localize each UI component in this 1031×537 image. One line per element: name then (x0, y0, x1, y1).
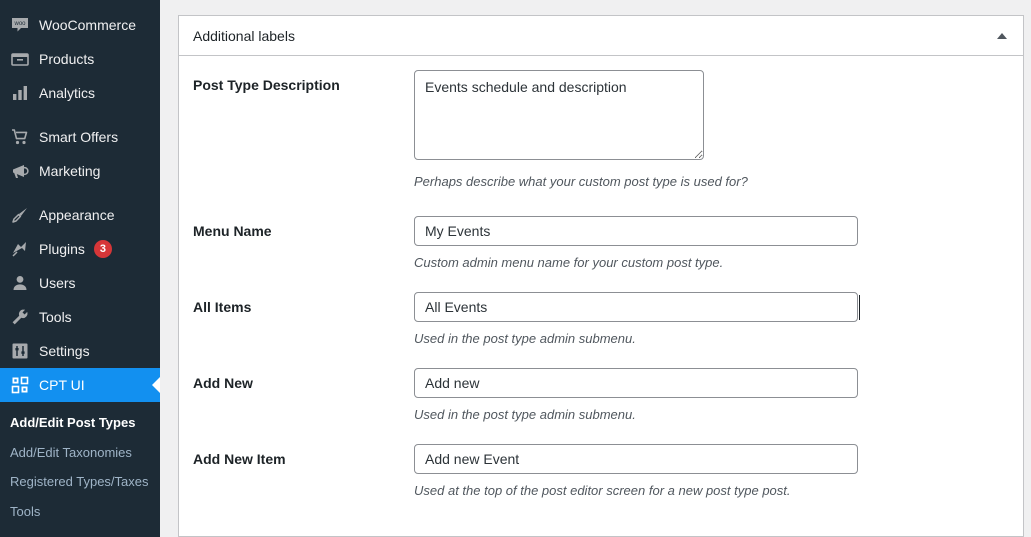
field-col-add-new: Used in the post type admin submenu. (414, 367, 1023, 424)
post-type-description-textarea[interactable]: Events schedule and description (414, 70, 704, 160)
admin-sidebar: woo WooCommerce Products Analytics Smart… (0, 0, 160, 537)
field-row-menu-name: Menu Name Custom admin menu name for you… (179, 215, 1023, 272)
field-label-add-new: Add New (193, 374, 253, 391)
svg-text:woo: woo (13, 21, 26, 27)
admin-page: woo WooCommerce Products Analytics Smart… (0, 0, 1031, 537)
field-helper-all-items: Used in the post type admin submenu. (414, 330, 636, 346)
sidebar-item-analytics[interactable]: Analytics (0, 76, 160, 110)
field-helper-add-new: Used in the post type admin submenu. (414, 406, 636, 422)
paintbrush-icon (10, 205, 30, 225)
field-col-menu-name: Custom admin menu name for your custom p… (414, 215, 1023, 272)
submenu-item-label: Registered Types/Taxes (10, 474, 149, 490)
sidebar-divider (0, 188, 160, 198)
sidebar-group-commerce: woo WooCommerce Products Analytics (0, 8, 160, 110)
products-icon (10, 49, 30, 69)
field-col-all-items: Used in the post type admin submenu. (414, 291, 1023, 348)
field-row-post-type-description: Post Type Description Events schedule an… (179, 70, 1023, 191)
sidebar-item-settings[interactable]: Settings (0, 334, 160, 368)
cpt-ui-grid-icon (10, 375, 30, 395)
field-helper-menu-name: Custom admin menu name for your custom p… (414, 254, 724, 270)
analytics-icon (10, 83, 30, 103)
sidebar-item-label: Marketing (39, 163, 101, 179)
all-items-input[interactable] (414, 291, 858, 322)
field-row-all-items: All Items Used in the post type admin su… (179, 291, 1023, 348)
panel-body: Post Type Description Events schedule an… (179, 56, 1023, 499)
sidebar-item-smart-offers[interactable]: Smart Offers (0, 120, 160, 154)
field-col-add-new-item: Used at the top of the post editor scree… (414, 443, 1023, 500)
submenu-item-add-edit-taxonomies[interactable]: Add/Edit Taxonomies (0, 438, 160, 468)
panel-title: Additional labels (193, 27, 295, 44)
sidebar-item-woocommerce[interactable]: woo WooCommerce (0, 8, 160, 42)
row-spacer (179, 424, 1023, 444)
menu-name-input[interactable] (414, 215, 858, 246)
woocommerce-icon: woo (10, 15, 30, 35)
row-spacer (179, 348, 1023, 368)
wrench-icon (10, 307, 30, 327)
submenu-item-tools[interactable]: Tools (0, 497, 160, 527)
sidebar-item-label: Smart Offers (39, 129, 119, 145)
field-row-add-new: Add New Used in the post type admin subm… (179, 367, 1023, 424)
sidebar-item-label: Appearance (39, 207, 115, 223)
add-new-item-input[interactable] (414, 443, 858, 474)
sidebar-item-appearance[interactable]: Appearance (0, 198, 160, 232)
submenu-item-add-edit-post-types[interactable]: Add/Edit Post Types (0, 408, 160, 438)
text-cursor-caret (859, 294, 860, 320)
field-label-all-items: All Items (193, 298, 252, 315)
cpt-ui-submenu: Add/Edit Post Types Add/Edit Taxonomies … (0, 402, 160, 526)
megaphone-icon (10, 161, 30, 181)
sidebar-item-label: CPT UI (39, 377, 85, 393)
sidebar-item-label: Analytics (39, 85, 96, 101)
field-col-post-type-description: Events schedule and description Perhaps … (414, 70, 1023, 191)
row-spacer (179, 272, 1023, 292)
sidebar-group-offers: Smart Offers Marketing (0, 120, 160, 188)
sidebar-divider (0, 110, 160, 120)
submenu-item-label: Add/Edit Taxonomies (10, 444, 132, 460)
sidebar-item-label: WooCommerce (39, 17, 136, 33)
sidebar-item-marketing[interactable]: Marketing (0, 154, 160, 188)
sidebar-group-system: Appearance Plugins 3 Users Tools Setting… (0, 198, 160, 402)
submenu-item-label: Tools (10, 503, 41, 519)
field-helper-add-new-item: Used at the top of the post editor scree… (414, 482, 791, 498)
plug-icon (10, 239, 30, 259)
plugins-update-badge: 3 (93, 240, 112, 258)
sidebar-item-plugins[interactable]: Plugins 3 (0, 232, 160, 266)
field-label-menu-name: Menu Name (193, 222, 272, 239)
field-helper-post-type-description: Perhaps describe what your custom post t… (414, 174, 748, 189)
main-content: Additional labels Post Type Description … (160, 0, 1031, 537)
sidebar-item-users[interactable]: Users (0, 266, 160, 300)
active-arrow-indicator (152, 376, 160, 394)
sidebar-item-label: Plugins (39, 241, 85, 257)
sidebar-item-products[interactable]: Products (0, 42, 160, 76)
additional-labels-panel: Additional labels Post Type Description … (178, 15, 1024, 537)
collapse-triangle-icon[interactable] (993, 27, 1011, 45)
field-label-post-type-description: Post Type Description (193, 77, 340, 93)
sidebar-item-cpt-ui[interactable]: CPT UI (0, 368, 160, 402)
sidebar-item-tools[interactable]: Tools (0, 300, 160, 334)
submenu-item-label: Add/Edit Post Types (10, 415, 136, 430)
sliders-icon (10, 341, 30, 361)
add-new-input[interactable] (414, 367, 858, 398)
sidebar-item-label: Users (39, 275, 76, 291)
panel-header: Additional labels (179, 16, 1023, 56)
user-icon (10, 273, 30, 293)
submenu-item-registered-types-taxes[interactable]: Registered Types/Taxes (0, 467, 160, 497)
field-label-add-new-item: Add New Item (193, 450, 286, 467)
sidebar-item-label: Settings (39, 343, 90, 359)
field-row-add-new-item: Add New Item Used at the top of the post… (179, 443, 1023, 500)
sidebar-item-label: Products (39, 51, 95, 67)
row-spacer (179, 191, 1023, 216)
cart-icon (10, 127, 30, 147)
sidebar-item-label: Tools (39, 309, 72, 325)
